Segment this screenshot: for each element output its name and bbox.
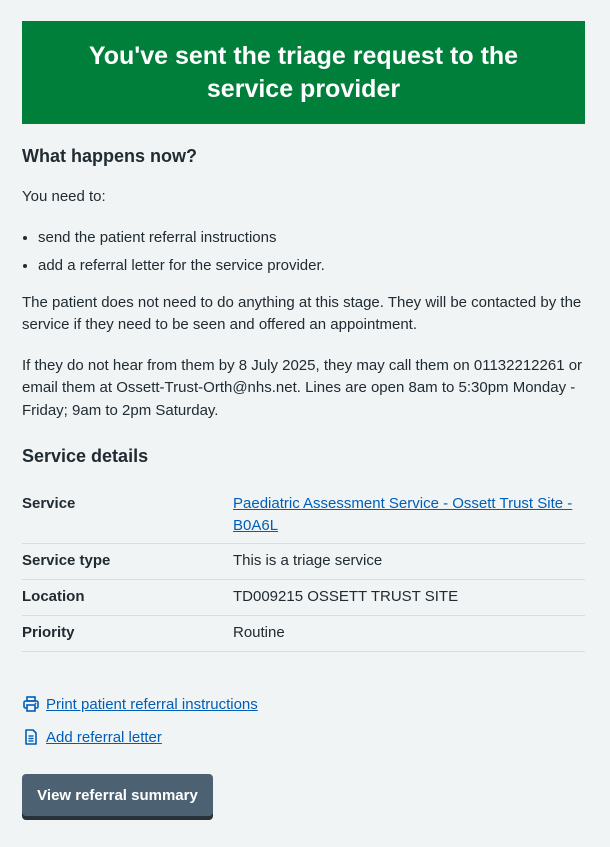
view-referral-summary-button[interactable]: View referral summary (22, 774, 213, 816)
confirmation-title: You've sent the triage request to the se… (88, 41, 519, 103)
priority-value: Routine (233, 615, 585, 652)
service-details-table: Service Paediatric Assessment Service - … (22, 493, 585, 652)
todo-item-send-instructions: send the patient referral instructions (38, 227, 585, 250)
service-type-row: Service type This is a triage service (22, 543, 585, 580)
todo-item-add-letter: add a referral letter for the service pr… (38, 255, 585, 278)
location-key: Location (22, 579, 233, 616)
what-happens-heading: What happens now? (22, 146, 197, 166)
priority-row: Priority Routine (22, 615, 585, 652)
priority-key: Priority (22, 615, 233, 652)
main-content: What happens now? You need to: send the … (22, 143, 585, 652)
add-letter-action[interactable]: Add referral letter (22, 725, 585, 749)
service-value: Paediatric Assessment Service - Ossett T… (233, 493, 585, 544)
you-need-to-text: You need to: (22, 188, 106, 205)
service-type-key: Service type (22, 543, 233, 580)
printer-icon[interactable] (22, 695, 40, 713)
print-instructions-link[interactable]: Print patient referral instructions (46, 696, 258, 713)
service-link[interactable]: Paediatric Assessment Service - Ossett T… (233, 495, 572, 534)
patient-note: The patient does not need to do anything… (22, 293, 582, 334)
service-type-value: This is a triage service (233, 543, 585, 580)
service-key: Service (22, 493, 233, 544)
service-row: Service Paediatric Assessment Service - … (22, 493, 585, 544)
confirmation-panel: You've sent the triage request to the se… (22, 21, 585, 124)
action-links: Print patient referral instructions Add … (22, 692, 585, 758)
document-icon[interactable] (22, 728, 40, 746)
contact-note: If they do not hear from them by 8 July … (22, 356, 583, 419)
service-details-heading: Service details (22, 446, 149, 466)
add-letter-link[interactable]: Add referral letter (46, 729, 162, 746)
todo-list: send the patient referral instructions a… (22, 227, 585, 278)
print-instructions-action[interactable]: Print patient referral instructions (22, 692, 585, 716)
location-value: TD009215 OSSETT TRUST SITE (233, 579, 585, 616)
location-row: Location TD009215 OSSETT TRUST SITE (22, 579, 585, 616)
